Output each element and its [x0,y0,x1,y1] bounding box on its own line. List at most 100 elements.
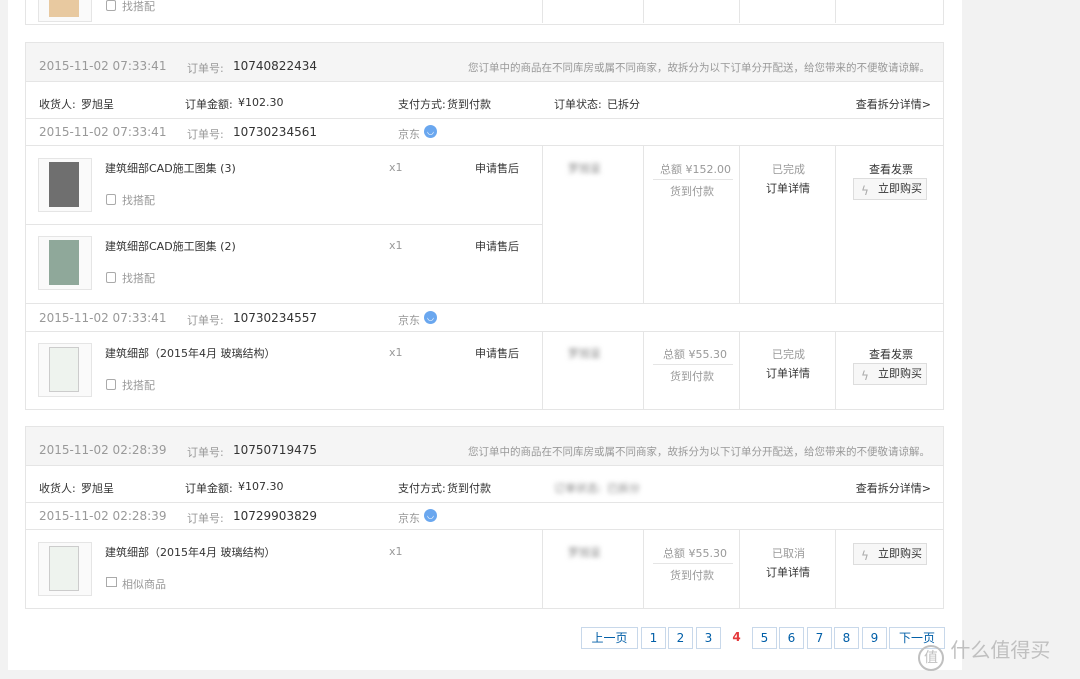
order-total: 总额 ¥152.00 [660,163,731,176]
chat-icon[interactable]: ◡ [424,311,437,324]
split-detail-link[interactable]: 查看拆分详情> [856,96,931,112]
match-icon [106,194,116,205]
match-icon [106,272,116,283]
sub-order-no[interactable]: 10729903829 [233,509,317,523]
product-title[interactable]: 建筑细部CAD施工图集 (3) [105,160,236,176]
order-state: 已取消 [772,547,805,560]
sub-order-date: 2015-11-02 02:28:39 [39,509,167,523]
lightning-icon: ϟ [861,184,869,198]
order-status: 已拆分 [607,98,640,111]
chat-icon[interactable]: ◡ [424,509,437,522]
page-button-current: 4 [732,630,741,644]
prev-page-button[interactable]: 上一页 [581,627,638,649]
split-notice: 您订单中的商品在不同库房或属不同商家，故拆分为以下订单分开配送，给您带来的不便敬… [468,62,930,74]
sub-order-no[interactable]: 10730234557 [233,311,317,325]
pay-label: 支付方式: [398,98,446,111]
receiver-label: 收货人: [39,482,76,495]
payment-method: 货到付款 [670,185,714,198]
product-thumbnail[interactable] [38,343,92,397]
similar-link[interactable]: 相似商品 [122,576,166,592]
order-amount: ¥107.30 [238,480,284,493]
order-no[interactable]: 10750719475 [233,443,317,457]
product-qty: x1 [389,346,403,359]
product-thumbnail[interactable] [38,542,92,596]
match-link[interactable]: 找搭配 [122,0,155,14]
watermark-text: 什么值得买 [950,638,1051,662]
match-icon [106,0,116,11]
product-qty: x1 [389,545,403,558]
buy-now-button[interactable]: ϟ 立即购买 [853,363,927,385]
buy-now-label: 立即购买 [878,182,922,195]
consignee-name: 罗旭呈 [568,162,601,175]
product-title[interactable]: 建筑细部（2015年4月 玻璃结构） [105,544,276,560]
match-icon [106,379,116,390]
after-sale-link[interactable]: 申请售后 [475,160,519,176]
receiver-label: 收货人: [39,98,76,111]
match-link[interactable]: 找搭配 [122,270,155,286]
order-detail-link[interactable]: 订单详情 [766,365,810,381]
buy-now-label: 立即购买 [878,547,922,560]
product-thumbnail[interactable] [38,236,92,290]
page-button-1[interactable]: 1 [641,627,666,649]
order-detail-link[interactable]: 订单详情 [766,180,810,196]
lightning-icon: ϟ [861,369,869,383]
match-link[interactable]: 找搭配 [122,377,155,393]
site-watermark: 值 什么值得买 [918,634,1050,671]
page-button-9[interactable]: 9 [862,627,887,649]
page-button-2[interactable]: 2 [668,627,693,649]
split-notice: 您订单中的商品在不同库房或属不同商家，故拆分为以下订单分开配送，给您带来的不便敬… [468,446,930,458]
product-title[interactable]: 建筑细部（2015年4月 玻璃结构） [105,345,276,361]
order-no[interactable]: 10740822434 [233,59,317,73]
buy-now-label: 立即购买 [878,367,922,380]
payment-method: 货到付款 [670,370,714,383]
order-status: 已拆分 [607,482,640,495]
page-button-3[interactable]: 3 [696,627,721,649]
watermark-logo-icon: 值 [918,645,944,671]
order-detail-link[interactable]: 订单详情 [766,564,810,580]
page-button-7[interactable]: 7 [807,627,832,649]
page-button-8[interactable]: 8 [834,627,859,649]
order-date: 2015-11-02 02:28:39 [39,443,167,457]
order-block-2: 2015-11-02 02:28:39 订单号: 10750719475 您订单… [25,426,944,609]
buy-now-button[interactable]: ϟ 立即购买 [853,178,927,200]
after-sale-link[interactable]: 申请售后 [475,238,519,254]
buy-now-button[interactable]: ϟ 立即购买 [853,543,927,565]
status-label: 订单状态: [554,98,602,111]
order-total: 总额 ¥55.30 [663,348,727,361]
amount-label: 订单金额: [185,98,233,111]
order-state: 已完成 [772,163,805,176]
sub-order-no-label: 订单号: [187,512,224,525]
sub-order-no-label: 订单号: [187,128,224,141]
consignee-name: 罗旭呈 [568,546,601,559]
order-date: 2015-11-02 07:33:41 [39,59,167,73]
sub-order-date: 2015-11-02 07:33:41 [39,311,167,325]
product-thumbnail[interactable] [38,0,92,22]
order-amount: ¥102.30 [238,96,284,109]
amount-label: 订单金额: [185,482,233,495]
product-title[interactable]: 建筑细部CAD施工图集 (2) [105,238,236,254]
status-label: 订单状态: [554,482,602,495]
consignee-name: 罗旭呈 [568,347,601,360]
sub-order-date: 2015-11-02 07:33:41 [39,125,167,139]
after-sale-link[interactable]: 申请售后 [475,345,519,361]
chat-icon[interactable]: ◡ [424,125,437,138]
product-thumbnail[interactable] [38,158,92,212]
sub-order-no[interactable]: 10730234561 [233,125,317,139]
invoice-link[interactable]: 查看发票 [869,346,913,362]
shop-name[interactable]: 京东 [398,312,420,328]
shop-name[interactable]: 京东 [398,126,420,142]
pay-label: 支付方式: [398,482,446,495]
split-detail-link[interactable]: 查看拆分详情> [856,480,931,496]
shop-name[interactable]: 京东 [398,510,420,526]
page-button-6[interactable]: 6 [779,627,804,649]
order-no-label: 订单号: [187,446,224,459]
invoice-link[interactable]: 查看发票 [869,161,913,177]
order-total: 总额 ¥55.30 [663,547,727,560]
page-button-5[interactable]: 5 [752,627,777,649]
product-qty: x1 [389,161,403,174]
order-no-label: 订单号: [187,62,224,75]
sub-order-no-label: 订单号: [187,314,224,327]
receiver-name: 罗旭呈 [81,98,114,111]
pay-method: 货到付款 [447,98,491,111]
match-link[interactable]: 找搭配 [122,192,155,208]
